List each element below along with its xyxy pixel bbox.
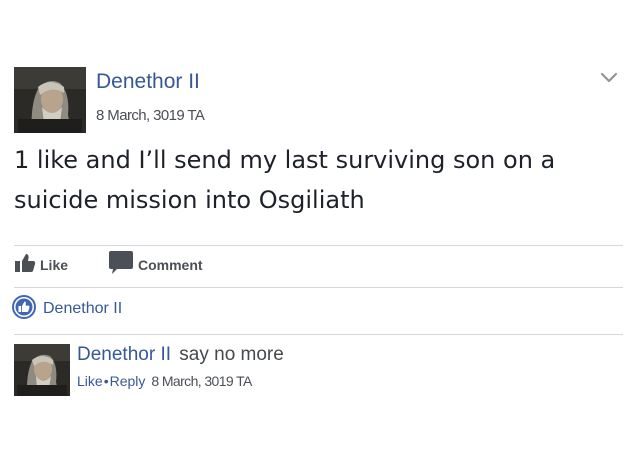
post-text: 1 like and I’ll send my last surviving s…	[14, 140, 614, 220]
comment-author[interactable]: Denethor II	[77, 344, 171, 365]
post-author-name[interactable]: Denethor II	[96, 70, 200, 94]
comment: Denethor II say no more Like • Reply 8 M…	[14, 343, 614, 403]
comment-reply-link[interactable]: Reply	[110, 373, 146, 389]
post-timestamp[interactable]: 8 March, 3019 TA	[96, 107, 205, 124]
comment-body: Denethor II say no more	[77, 344, 284, 366]
post-text-line-2: suicide mission into Osgiliath	[14, 186, 365, 214]
like-button[interactable]: Like	[14, 254, 68, 276]
comment-meta: Like • Reply 8 March, 3019 TA	[77, 373, 252, 389]
liker-name[interactable]: Denethor II	[43, 300, 122, 318]
divider	[14, 334, 623, 335]
like-reaction-icon	[12, 295, 36, 323]
avatar-photo	[14, 67, 86, 133]
thumbs-up-icon	[14, 253, 36, 277]
reactions-summary[interactable]: Denethor II	[12, 295, 122, 323]
speech-bubble-icon	[108, 251, 134, 279]
meta-separator: •	[103, 373, 109, 389]
avatar-photo	[14, 344, 70, 396]
comment-button[interactable]: Comment	[108, 251, 203, 279]
post-header: Denethor II 8 March, 3019 TA	[14, 67, 626, 137]
comment-like-link[interactable]: Like	[77, 373, 103, 389]
comment-timestamp[interactable]: 8 March, 3019 TA	[151, 373, 252, 389]
divider	[14, 245, 623, 246]
post-text-line-1: 1 like and I’ll send my last surviving s…	[14, 146, 556, 174]
like-label: Like	[40, 257, 69, 273]
chevron-down-icon[interactable]	[598, 69, 620, 85]
comment-avatar[interactable]	[14, 344, 70, 396]
comment-text: say no more	[179, 344, 284, 365]
avatar[interactable]	[14, 67, 86, 133]
divider	[14, 287, 623, 288]
comment-label: Comment	[138, 257, 203, 273]
